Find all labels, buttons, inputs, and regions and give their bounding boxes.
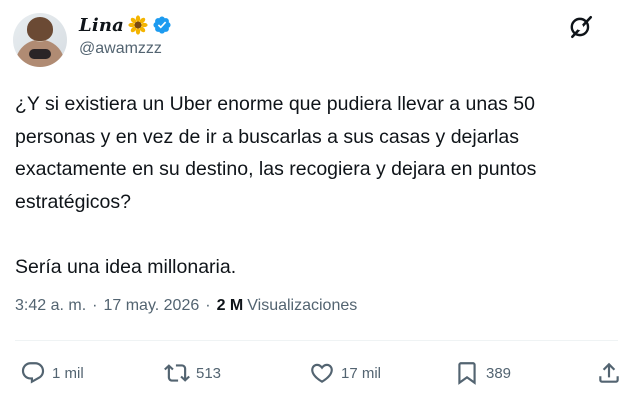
avatar[interactable] [13,13,67,67]
share-icon [599,362,619,383]
reply-count: 1 mil [52,364,84,382]
meta-separator: · [205,297,211,314]
tweet-date[interactable]: 17 may. 2026 [103,297,199,315]
author-handle[interactable]: @awamzzz [79,40,162,58]
tweet-paragraph: Sería una idea millonaria. [15,255,237,278]
repost-icon [164,364,190,382]
like-button[interactable]: 17 mil [309,360,381,386]
like-icon [311,363,333,383]
divider [15,340,618,341]
reply-button[interactable]: 1 mil [20,360,84,386]
meta-separator: · [92,297,98,314]
sunflower-icon [128,15,148,35]
grok-icon[interactable] [568,14,594,40]
views-count: 2 M [216,297,244,314]
tweet-time[interactable]: 3:42 a. m. [15,297,86,315]
repost-count: 513 [196,364,222,382]
bookmark-button[interactable]: 389 [454,360,511,386]
tweet-paragraph: ¿Y si existiera un Uber enorme que pudie… [15,93,537,213]
tweet-meta: 3:42 a. m. · 17 may. 2026 · 2 M Visualiz… [15,297,357,315]
reply-icon [21,362,45,384]
author-display-name[interactable]: Lina [79,15,124,36]
like-count: 17 mil [341,364,382,382]
verified-badge-icon[interactable] [152,15,172,35]
repost-button[interactable]: 513 [164,360,221,386]
bookmark-count: 389 [486,364,512,382]
views-label: Visualizaciones [247,297,358,314]
share-button[interactable] [596,360,622,386]
bookmark-icon [458,362,476,385]
author-name-row: Lina [79,13,172,37]
tweet-text: ¿Y si existiera un Uber enorme que pudie… [15,88,620,283]
